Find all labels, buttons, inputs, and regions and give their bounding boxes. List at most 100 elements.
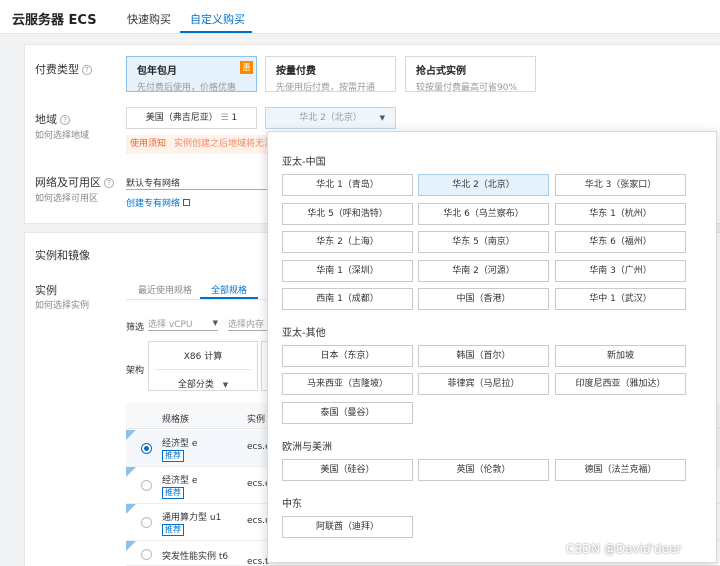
section-title: 实例和镜像 — [35, 249, 90, 262]
zone-option[interactable]: 华北 1（青岛） — [282, 174, 413, 196]
billing-label: 付费类型? — [35, 61, 92, 77]
corner-marker — [126, 504, 136, 514]
billing-option-pay-as-you-go[interactable]: 按量付费 先使用后付费，按需开通 — [265, 56, 396, 93]
spec-family: 经济型 e — [162, 476, 198, 486]
recommend-badge: 推荐 — [162, 487, 184, 499]
billing-option-subscription[interactable]: 包年包月 先付费后使用，价格优惠 惠 — [126, 56, 257, 93]
column-header: 规格族 — [162, 415, 190, 425]
arch-category-select[interactable]: 全部分类 ▼ — [149, 377, 257, 390]
subtab-border — [126, 299, 266, 300]
network-label: 网络及可用区? — [35, 174, 114, 190]
zone-option[interactable]: 华东 1（杭州） — [555, 203, 686, 225]
recommend-badge: 推荐 — [162, 450, 184, 462]
zone-option[interactable]: 华东 2（上海） — [282, 231, 413, 253]
tab-custom-buy[interactable]: 自定义购买 — [190, 11, 245, 27]
caret-down-icon: ▼ — [379, 114, 385, 122]
memory-select[interactable]: 选择内存 — [228, 317, 267, 331]
notice-text: 实例创建之后地域将无法 — [174, 139, 268, 149]
zone-select[interactable]: 华北 2（北京） ▼ — [265, 107, 396, 129]
notice-label: 使用须知 — [130, 139, 167, 149]
help-icon[interactable]: ? — [82, 65, 92, 75]
row-radio[interactable] — [141, 480, 152, 491]
corner-marker — [126, 541, 136, 551]
zone-option[interactable]: 华南 2（河源） — [418, 260, 549, 282]
top-bar: 云服务器 ECS 快速购买 自定义购买 — [0, 0, 720, 34]
zone-option[interactable]: 泰国（曼谷） — [282, 402, 413, 424]
row-radio[interactable] — [141, 443, 152, 454]
zone-option[interactable]: 德国（法兰克福） — [555, 459, 686, 481]
zone-option[interactable]: 西南 1（成都） — [282, 288, 413, 310]
zone-option[interactable]: 新加坡 — [555, 345, 686, 367]
vcpu-placeholder: 选择 vCPU — [148, 320, 193, 330]
create-vpc-link[interactable]: 创建专有网络 — [126, 196, 191, 209]
zone-option[interactable]: 华北 3（张家口） — [555, 174, 686, 196]
spec-id: ecs.t — [247, 557, 269, 566]
billing-option-title: 包年包月 — [137, 66, 177, 77]
discount-badge: 惠 — [240, 61, 253, 74]
network-help-link[interactable]: 如何选择可用区 — [35, 191, 98, 204]
spec-family: 突发性能实例 t6 — [162, 552, 229, 562]
zone-option[interactable]: 中国（香港） — [418, 288, 549, 310]
region-help-link[interactable]: 如何选择地域 — [35, 128, 89, 141]
region-label: 地域? — [35, 111, 70, 127]
zone-option[interactable]: 日本（东京） — [282, 345, 413, 367]
filter-label: 筛选 — [126, 323, 145, 333]
subtab-all-specs[interactable]: 全部规格 — [211, 283, 247, 296]
zone-option[interactable]: 华中 1（武汉） — [555, 288, 686, 310]
billing-option-spot[interactable]: 抢占式实例 较按量付费最高可省90% — [405, 56, 536, 93]
zone-option[interactable]: 华东 5（南京） — [418, 231, 549, 253]
zone-option[interactable]: 菲律宾（马尼拉） — [418, 373, 549, 395]
region-notice: 使用须知 实例创建之后地域将无法 — [126, 135, 268, 154]
arch-option-x86[interactable]: X86 计算 全部分类 ▼ — [148, 341, 258, 391]
billing-option-desc: 较按量付费最高可省90% — [416, 83, 518, 93]
vpc-value[interactable]: 默认专有网络 — [126, 176, 180, 189]
external-link-icon — [183, 199, 191, 206]
billing-option-desc: 先使用后付费，按需开通 — [276, 83, 376, 93]
spec-family: 经济型 e — [162, 439, 198, 449]
zone-option[interactable]: 华东 6（福州） — [555, 231, 686, 253]
zone-option[interactable]: 马来西亚（吉隆坡） — [282, 373, 413, 395]
row-radio[interactable] — [141, 517, 152, 528]
subtab-recent-specs[interactable]: 最近使用规格 — [138, 283, 192, 296]
app-title: 云服务器 ECS — [12, 13, 97, 28]
instance-help-link[interactable]: 如何选择实例 — [35, 298, 89, 311]
region-select[interactable]: 美国（弗吉尼亚） ☰ 1 — [126, 107, 257, 129]
recommend-badge: 推荐 — [162, 524, 184, 536]
active-subtab-indicator — [200, 297, 258, 299]
zone-dropdown: 亚太-中国 华北 1（青岛） 华北 2（北京） 华北 3（张家口） 华北 5（呼… — [267, 131, 717, 563]
billing-option-desc: 先付费后使用，价格优惠 — [137, 83, 237, 93]
row-radio[interactable] — [141, 549, 152, 560]
zone-option[interactable]: 华南 3（广州） — [555, 260, 686, 282]
zone-option[interactable]: 印度尼西亚（雅加达） — [555, 373, 686, 395]
arch-divider — [155, 369, 251, 370]
corner-marker — [126, 467, 136, 477]
zone-option[interactable]: 阿联酋（迪拜） — [282, 516, 413, 538]
column-header: 实例 — [247, 415, 266, 425]
zone-group-title: 欧洲与美洲 — [282, 442, 332, 453]
help-icon[interactable]: ? — [60, 115, 70, 125]
zone-option[interactable]: 华南 1（深圳） — [282, 260, 413, 282]
flag-icon: ☰ — [220, 113, 229, 123]
zone-group-title: 中东 — [282, 499, 302, 510]
zone-select-value: 华北 2（北京） — [299, 113, 362, 123]
zone-option[interactable]: 美国（硅谷） — [282, 459, 413, 481]
zone-option[interactable]: 华北 6（乌兰察布） — [418, 203, 549, 225]
caret-down-icon: ▼ — [212, 319, 218, 327]
active-tab-indicator — [180, 31, 252, 33]
vcpu-select[interactable]: 选择 vCPU ▼ — [148, 317, 218, 331]
help-icon[interactable]: ? — [104, 178, 114, 188]
tab-quick-buy[interactable]: 快速购买 — [127, 11, 171, 27]
region-select-value: 美国（弗吉尼亚） — [145, 113, 218, 123]
zone-option[interactable]: 韩国（首尔） — [418, 345, 549, 367]
region-count: 1 — [231, 113, 238, 123]
zone-group-title: 亚太-其他 — [282, 328, 326, 339]
memory-placeholder: 选择内存 — [228, 320, 265, 330]
zone-option[interactable]: 华北 5（呼和浩特） — [282, 203, 413, 225]
zone-option[interactable]: 英国（伦敦） — [418, 459, 549, 481]
corner-marker — [126, 430, 136, 440]
caret-down-icon: ▼ — [222, 381, 229, 389]
instance-label: 实例 — [35, 284, 57, 297]
arch-header: X86 计算 — [183, 352, 223, 362]
vpc-underline — [126, 189, 267, 190]
zone-option-selected[interactable]: 华北 2（北京） — [418, 174, 549, 196]
